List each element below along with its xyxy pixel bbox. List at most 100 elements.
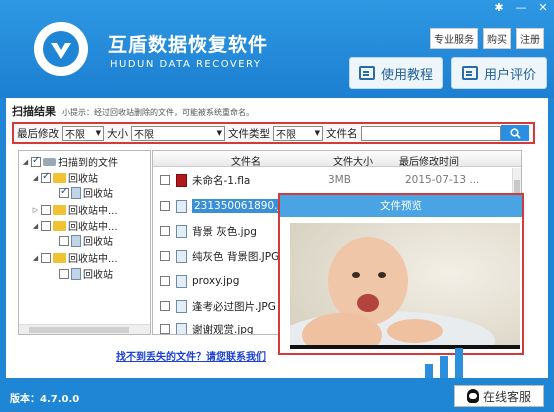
file-checkbox[interactable] — [160, 226, 170, 236]
file-type-value: 不限 — [276, 129, 296, 141]
register-link[interactable]: 注册 — [516, 28, 544, 49]
tree-item-recycle-folder[interactable]: ◢ 回收站中... — [32, 218, 118, 233]
file-checkbox[interactable] — [160, 301, 170, 311]
file-size: 3MB — [328, 174, 351, 186]
image-file-icon — [176, 322, 187, 334]
scrollbar-thumb[interactable] — [29, 327, 129, 333]
collapse-icon[interactable]: ◢ — [32, 222, 39, 230]
tree-item-label: 扫描到的文件 — [58, 158, 118, 169]
filter-bar: 最后修改 不限 ▼ 大小 不限 ▼ 文件类型 不限 ▼ 文件名 — [12, 122, 535, 144]
drive-icon — [43, 157, 56, 166]
folder-icon — [53, 252, 66, 263]
file-preview-popup: 文件预览 — [278, 193, 524, 355]
tree-item-label: 回收站中... — [68, 254, 118, 265]
file-row[interactable]: 未命名-1.fla 3MB 2015-07-13 ... — [153, 170, 521, 190]
scan-tip: 小提示：经过回收站删除的文件，可能被系统重命名。 — [62, 108, 254, 117]
tree-item-recycle-bin[interactable]: 回收站 — [59, 266, 113, 281]
tree-checkbox[interactable] — [59, 268, 69, 279]
top-links: 专业服务 购买 注册 — [430, 28, 544, 49]
last-modified-label: 最后修改 — [17, 127, 59, 140]
column-header-date[interactable]: 最后修改时间 — [399, 153, 459, 168]
fla-file-icon — [176, 173, 187, 187]
file-checkbox[interactable] — [160, 251, 170, 261]
window-controls: ✱ — ✕ — [492, 2, 550, 14]
column-header-size[interactable]: 文件大小 — [333, 153, 373, 168]
folder-icon — [53, 204, 66, 215]
file-name: proxy.jpg — [192, 275, 240, 287]
file-type-select[interactable]: 不限 ▼ — [273, 125, 323, 141]
size-value: 不限 — [134, 129, 154, 141]
qq-icon — [466, 389, 479, 403]
online-service-label: 在线客服 — [482, 389, 531, 404]
settings-icon[interactable]: ✱ — [492, 2, 506, 14]
last-modified-value: 不限 — [65, 129, 85, 141]
tree-item-scanned-files[interactable]: ◢ 扫描到的文件 — [22, 154, 118, 170]
image-file-icon — [176, 224, 187, 238]
comment-icon — [461, 66, 478, 80]
file-checkbox[interactable] — [160, 276, 170, 286]
file-name-label: 文件名 — [326, 127, 358, 140]
search-button[interactable] — [501, 125, 529, 141]
close-icon[interactable]: ✕ — [536, 2, 550, 14]
collapse-icon[interactable]: ◢ — [22, 158, 29, 166]
buy-link[interactable]: 购买 — [483, 28, 511, 49]
size-select[interactable]: 不限 ▼ — [131, 125, 225, 141]
file-name: 背景 灰色.jpg — [192, 225, 257, 238]
recycle-bin-icon — [71, 234, 81, 247]
tree-horizontal-scrollbar[interactable] — [19, 324, 150, 334]
file-checkbox[interactable] — [160, 324, 170, 334]
folder-icon — [53, 220, 66, 231]
file-name: 谢谢观赏.jpg — [192, 323, 254, 335]
tree-checkbox[interactable] — [41, 204, 51, 215]
app-logo — [34, 22, 88, 76]
preview-title: 文件预览 — [280, 195, 522, 217]
tree-checkbox[interactable] — [41, 252, 51, 263]
file-type-label: 文件类型 — [228, 127, 270, 140]
minimize-icon[interactable]: — — [514, 2, 528, 14]
online-service-button[interactable]: 在线客服 — [454, 385, 544, 407]
version-label: 版本：4.7.0.0 — [10, 394, 80, 405]
last-modified-select[interactable]: 不限 ▼ — [62, 125, 104, 141]
status-bar: 版本：4.7.0.0 在线客服 — [0, 378, 554, 412]
tutorial-label: 使用教程 — [380, 67, 433, 83]
tree-item-recycle-folder[interactable]: ◢ 回收站 — [32, 170, 98, 186]
image-file-icon — [176, 249, 187, 263]
tree-item-recycle-bin[interactable]: 回收站 — [59, 233, 113, 248]
pro-service-link[interactable]: 专业服务 — [430, 28, 478, 49]
tree-item-label: 回收站 — [83, 270, 113, 281]
file-name-input[interactable] — [360, 125, 501, 141]
size-label: 大小 — [107, 127, 128, 140]
user-review-button[interactable]: 用户评价 — [451, 57, 547, 89]
chevron-down-icon: ▼ — [95, 129, 101, 137]
collapse-icon[interactable]: ◢ — [32, 174, 39, 182]
search-icon — [509, 127, 521, 139]
collapse-icon[interactable]: ◢ — [32, 254, 39, 262]
tree-checkbox[interactable] — [41, 220, 51, 231]
tree-checkbox[interactable] — [59, 186, 69, 198]
recycle-bin-icon — [71, 186, 81, 199]
tree-checkbox[interactable] — [31, 155, 41, 167]
contact-us-link[interactable]: 找不到丢失的文件？请您联系我们 — [116, 348, 266, 363]
expand-icon[interactable]: ▷ — [32, 206, 39, 214]
tree-item-recycle-bin[interactable]: 回收站 — [59, 185, 113, 200]
tree-item-label: 回收站 — [83, 237, 113, 248]
file-list-header: 文件名 文件大小 最后修改时间 — [153, 151, 521, 168]
tree-checkbox[interactable] — [59, 235, 69, 246]
tutorial-button[interactable]: 使用教程 — [349, 57, 443, 89]
scan-header: 扫描结果 小提示：经过回收站删除的文件，可能被系统重命名。 — [12, 103, 254, 119]
preview-image — [290, 223, 520, 349]
tree-item-recycle-folder[interactable]: ◢ 回收站中... — [32, 250, 118, 265]
review-label: 用户评价 — [483, 67, 536, 83]
folder-icon — [53, 172, 66, 183]
image-file-icon — [176, 299, 187, 313]
chevron-down-icon: ▼ — [314, 129, 320, 137]
file-checkbox[interactable] — [160, 175, 170, 185]
file-name: 纯灰色 背景图.JPG — [192, 250, 280, 263]
decorative-bars — [400, 340, 540, 378]
tree-item-recycle-folder[interactable]: ▷ 回收站中... — [32, 202, 118, 217]
file-checkbox[interactable] — [160, 201, 170, 211]
tree-checkbox[interactable] — [41, 171, 51, 183]
app-title: 互盾数据恢复软件 — [108, 34, 269, 56]
document-icon — [358, 66, 375, 80]
column-header-name[interactable]: 文件名 — [231, 153, 261, 168]
